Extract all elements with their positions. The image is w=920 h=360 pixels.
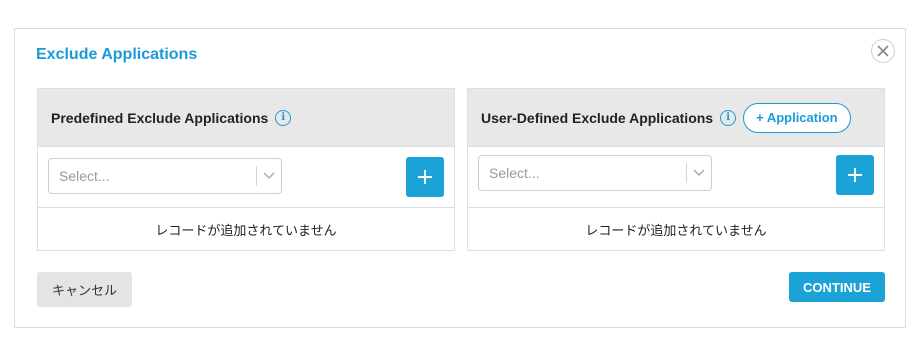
predefined-select[interactable]: Select...: [48, 158, 282, 194]
user-defined-panel: User-Defined Exclude Applications i + Ap…: [467, 88, 885, 251]
predefined-select-row: Select...: [38, 147, 454, 208]
user-defined-panel-header: User-Defined Exclude Applications i + Ap…: [468, 89, 884, 147]
predefined-panel-title: Predefined Exclude Applications: [51, 109, 269, 126]
info-icon[interactable]: i: [720, 109, 737, 126]
predefined-panel: Predefined Exclude Applications i Select…: [37, 88, 455, 251]
add-application-button[interactable]: + Application: [743, 102, 851, 133]
select-placeholder: Select...: [489, 165, 540, 181]
close-button[interactable]: [871, 39, 895, 63]
dialog-title: Exclude Applications: [36, 46, 198, 63]
cancel-button[interactable]: キャンセル: [37, 272, 132, 307]
close-icon: [877, 45, 889, 57]
select-placeholder: Select...: [59, 168, 110, 184]
add-predefined-button[interactable]: [406, 157, 444, 197]
predefined-empty-message: レコードが追加されていません: [155, 223, 337, 238]
predefined-panel-header: Predefined Exclude Applications i: [38, 89, 454, 147]
chevron-down-icon[interactable]: [687, 169, 711, 177]
add-user-defined-button[interactable]: [836, 155, 874, 195]
user-defined-select[interactable]: Select...: [478, 155, 712, 191]
continue-button[interactable]: CONTINUE: [789, 272, 885, 302]
user-defined-empty-message: レコードが追加されていません: [585, 223, 767, 238]
plus-icon: [848, 168, 862, 182]
chevron-down-icon[interactable]: [257, 172, 281, 180]
plus-icon: [418, 170, 432, 184]
user-defined-select-row: Select...: [468, 147, 884, 208]
info-icon[interactable]: i: [275, 109, 292, 126]
exclude-applications-dialog: Exclude Applications Predefined Exclude …: [14, 28, 906, 328]
user-defined-panel-title: User-Defined Exclude Applications: [481, 109, 714, 126]
